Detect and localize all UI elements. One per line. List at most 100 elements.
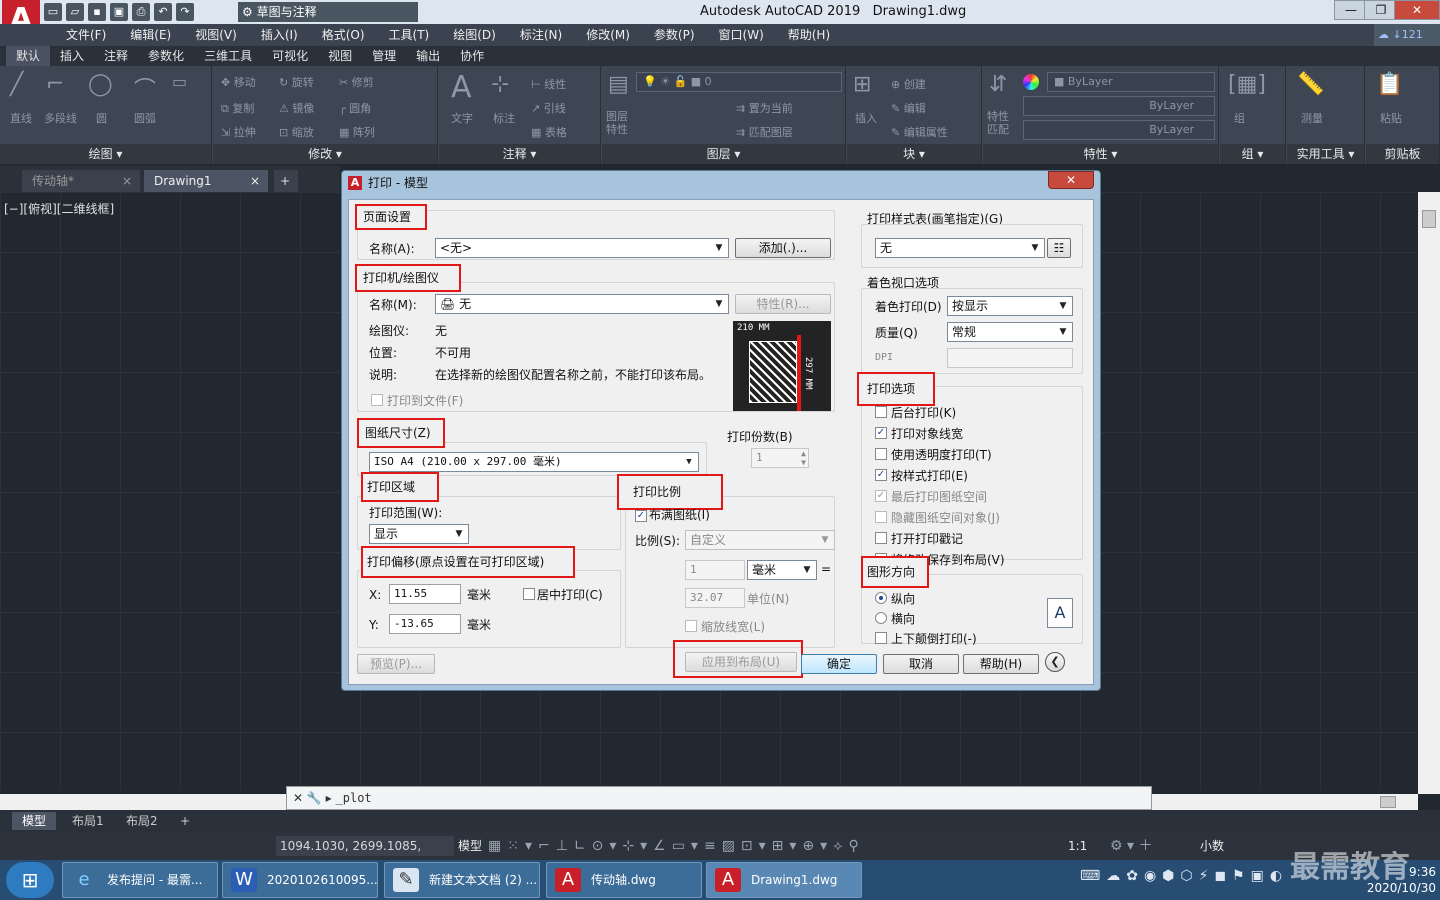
leader-tool[interactable]: ↗ 引线 xyxy=(531,100,566,116)
gear-icon[interactable]: ⚙ ▾ ＋ xyxy=(1110,836,1152,856)
model-space-toggle[interactable]: 模型 xyxy=(458,836,482,856)
tab-insert[interactable]: 插入 xyxy=(50,46,94,66)
task-autocad-drawing1[interactable]: A Drawing1.dwg xyxy=(706,862,862,898)
fit-to-paper-checkbox[interactable]: ✓ xyxy=(635,510,647,522)
style-table-select[interactable]: 无 ▼ xyxy=(875,238,1045,258)
group-icon[interactable]: [▦] xyxy=(1228,72,1266,97)
polyline-icon[interactable]: ⌐ xyxy=(46,72,64,97)
rotate-tool[interactable]: ↻ 旋转 xyxy=(279,74,314,90)
menu-dimension[interactable]: 标注(N) xyxy=(508,24,574,46)
plot-option-checkbox[interactable]: ✓ xyxy=(875,427,887,439)
line-icon[interactable]: ╱ xyxy=(10,72,23,97)
rectangle-icon[interactable]: ▭ xyxy=(172,72,187,91)
color-dropdown[interactable]: ■ ByLayer xyxy=(1047,72,1215,92)
apply-to-layout-button[interactable]: 应用到布局(U) xyxy=(685,652,797,672)
system-clock[interactable]: 9:36 2020/10/30 xyxy=(1340,862,1436,898)
scroll-thumb[interactable] xyxy=(1380,796,1396,808)
circle-icon[interactable]: ◯ xyxy=(88,72,113,97)
paste-icon[interactable]: 📋 xyxy=(1376,72,1403,97)
layer-properties-icon[interactable]: ▤ xyxy=(608,72,629,97)
start-button[interactable]: ⊞ xyxy=(6,862,54,898)
tab-view[interactable]: 视图 xyxy=(318,46,362,66)
system-tray-icons[interactable]: ⌨☁✿◉⬢⬡⚡◼⚑▣◐ xyxy=(1080,868,1288,884)
layer-properties-label[interactable]: 图层特性 xyxy=(606,110,634,136)
match-layer-tool[interactable]: ⇉ 匹配图层 xyxy=(736,124,793,140)
offset-y-input[interactable]: -13.65 xyxy=(389,614,461,634)
stretch-tool[interactable]: ⇲ 拉伸 xyxy=(221,124,256,140)
scroll-thumb[interactable] xyxy=(1422,210,1436,228)
menu-file[interactable]: 文件(F) xyxy=(54,24,118,46)
new-tab-plus-icon[interactable]: + xyxy=(274,170,298,192)
add-page-setup-button[interactable]: 添加(.)... xyxy=(735,238,831,258)
plot-range-select[interactable]: 显示 ▼ xyxy=(369,524,469,544)
scale-select[interactable]: 自定义 ▼ xyxy=(685,530,835,550)
menu-edit[interactable]: 编辑(E) xyxy=(118,24,183,46)
menu-insert[interactable]: 插入(I) xyxy=(249,24,310,46)
task-word[interactable]: W 2020102610095... xyxy=(222,862,378,898)
tab-output[interactable]: 输出 xyxy=(406,46,450,66)
menu-parametric[interactable]: 参数(P) xyxy=(642,24,707,46)
color-wheel-icon[interactable] xyxy=(1023,74,1039,90)
printer-properties-button[interactable]: 特性(R)... xyxy=(735,294,831,314)
wrench-icon[interactable]: 🔧 xyxy=(307,791,322,805)
layout-tab-1[interactable]: 布局1 xyxy=(62,812,114,830)
open-icon[interactable]: ▱ xyxy=(66,3,84,21)
panel-annotation-title[interactable]: 注释 ▾ xyxy=(439,144,600,164)
close-icon[interactable]: × xyxy=(250,170,260,192)
add-layout-plus-icon[interactable]: + xyxy=(170,812,200,830)
plot-option-checkbox[interactable]: ✓ xyxy=(875,490,887,502)
circle-label[interactable]: 圆 xyxy=(96,110,107,126)
array-tool[interactable]: ▦ 阵列 xyxy=(339,124,375,140)
fillet-tool[interactable]: ╭ 圆角 xyxy=(339,100,371,116)
trim-tool[interactable]: ✂ 修剪 xyxy=(339,74,374,90)
dimension-label[interactable]: 标注 xyxy=(493,110,515,126)
mirror-tool[interactable]: ⚠ 镜像 xyxy=(279,100,314,116)
tab-manage[interactable]: 管理 xyxy=(362,46,406,66)
scale-units-input[interactable]: 32.07 xyxy=(685,588,745,608)
doc-tab-drawing1[interactable]: Drawing1 × xyxy=(144,170,268,192)
dimension-icon[interactable]: ⊹ xyxy=(491,72,509,97)
text-label[interactable]: 文字 xyxy=(451,110,473,126)
command-line[interactable]: ✕ 🔧 ▸ _plot xyxy=(286,786,1152,810)
save-icon[interactable]: ▪ xyxy=(88,3,106,21)
panel-properties-title[interactable]: 特性 ▾ xyxy=(983,144,1218,164)
close-icon[interactable]: ✕ xyxy=(287,791,303,805)
plot-option-checkbox[interactable] xyxy=(875,511,887,523)
text-icon[interactable]: A xyxy=(451,70,472,105)
menu-format[interactable]: 格式(O) xyxy=(310,24,377,46)
panel-layers-title[interactable]: 图层 ▾ xyxy=(602,144,845,164)
collapse-arrow-icon[interactable]: ❮ xyxy=(1045,652,1065,672)
group-label[interactable]: 组 xyxy=(1234,110,1245,126)
menu-help[interactable]: 帮助(H) xyxy=(776,24,842,46)
plot-option-checkbox[interactable] xyxy=(875,532,887,544)
tab-collaborate[interactable]: 协作 xyxy=(450,46,494,66)
edit-style-table-button[interactable]: ☷ xyxy=(1047,238,1071,258)
panel-utilities-title[interactable]: 实用工具 ▾ xyxy=(1287,144,1364,164)
linear-tool[interactable]: ⊢ 线性 xyxy=(531,76,566,92)
task-notepad[interactable]: ✎ 新建文本文档 (2) ... xyxy=(384,862,540,898)
dpi-input[interactable] xyxy=(947,348,1073,368)
panel-block-title[interactable]: 块 ▾ xyxy=(847,144,981,164)
scale-unit-select[interactable]: 毫米 ▼ xyxy=(747,560,817,580)
scale-lineweights-checkbox[interactable] xyxy=(685,620,697,632)
units-display[interactable]: 小数 xyxy=(1200,836,1224,856)
status-tool-icons[interactable]: ▦⁙▾⌐⊥∟⊙▾⊹▾∠▭▾≡▨⊡▾⊞▾⊕▾⟡⚲ xyxy=(488,836,865,856)
table-tool[interactable]: ▦ 表格 xyxy=(531,124,567,140)
viewport-label[interactable]: [−][俯视][二维线框] xyxy=(4,200,114,217)
scale-tool[interactable]: ⊡ 缩放 xyxy=(279,124,314,140)
panel-modify-title[interactable]: 修改 ▾ xyxy=(213,144,437,164)
undo-icon[interactable]: ↶ xyxy=(154,3,172,21)
polyline-label[interactable]: 多段线 xyxy=(44,110,77,126)
dialog-close-button[interactable]: ✕ xyxy=(1048,171,1094,189)
ok-button[interactable]: 确定 xyxy=(801,654,877,674)
doc-tab-shaft[interactable]: 传动轴* × xyxy=(22,170,140,192)
preview-button[interactable]: 预览(P)... xyxy=(357,654,435,674)
edit-attribute-tool[interactable]: ✎ 编辑属性 xyxy=(891,124,948,140)
page-setup-name-select[interactable]: <无> ▼ xyxy=(435,238,729,258)
insert-block-label[interactable]: 插入 xyxy=(855,110,877,126)
plot-option-checkbox[interactable] xyxy=(875,448,887,460)
move-tool[interactable]: ✥ 移动 xyxy=(221,74,256,90)
coordinates-readout[interactable]: 1094.1030, 2699.1085, 0.0000 xyxy=(276,836,454,873)
menu-modify[interactable]: 修改(M) xyxy=(574,24,642,46)
printer-name-select[interactable]: 🖨 无 ▼ xyxy=(435,294,729,314)
